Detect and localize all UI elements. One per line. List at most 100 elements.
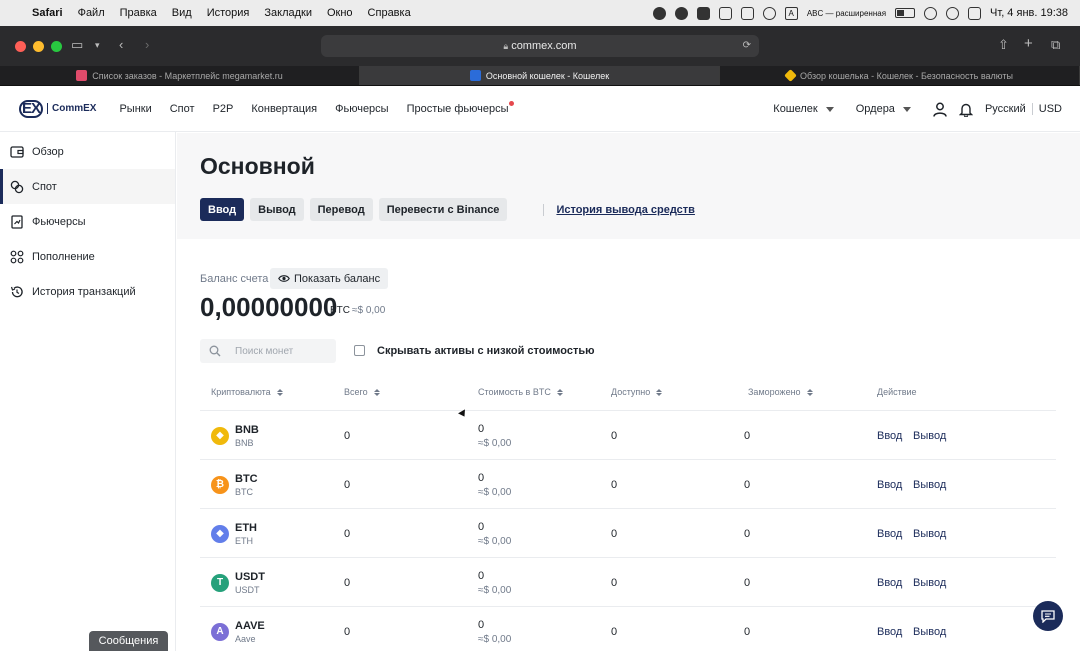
transfer-button[interactable]: Перевод	[309, 198, 373, 221]
cell-usd-value: ≈$ 0,00	[478, 438, 512, 449]
row-deposit-link[interactable]: Ввод	[877, 626, 902, 638]
row-deposit-link[interactable]: Ввод	[877, 577, 902, 589]
nav-futures[interactable]: Фьючерсы	[335, 103, 388, 115]
menu-app-safari[interactable]: Safari	[32, 7, 63, 19]
withdrawal-history-link[interactable]: История вывода средств	[556, 204, 695, 216]
site-header: EX CommEX Рынки Спот P2P Конвертация Фью…	[0, 86, 1080, 132]
share-icon[interactable]: ⇧	[998, 37, 1009, 53]
nav-p2p[interactable]: P2P	[213, 103, 234, 115]
column-header-frozen[interactable]: Заморожено	[748, 387, 813, 397]
screenshot-icon[interactable]	[740, 6, 754, 20]
sidebar-item-futures[interactable]: Фьючерсы	[0, 204, 175, 239]
nav-spot[interactable]: Спот	[170, 103, 195, 115]
minimize-window-button[interactable]	[33, 41, 44, 52]
translate-reload-icons[interactable]: ⟳	[743, 35, 751, 57]
sidebar-item-history[interactable]: История транзакций	[0, 274, 175, 309]
wallet-icon	[10, 145, 24, 158]
forward-icon[interactable]: ›	[145, 37, 149, 52]
menu-help[interactable]: Справка	[368, 7, 411, 19]
row-withdraw-link[interactable]: Вывод	[913, 430, 946, 442]
search-input[interactable]	[235, 345, 335, 357]
nav-simple-futures[interactable]: Простые фьючерсы	[407, 100, 514, 115]
tab-overview-icon[interactable]: ⧉	[1051, 37, 1060, 53]
sidebar-item-overview[interactable]: Обзор	[0, 134, 175, 169]
chart-icon[interactable]	[718, 6, 732, 20]
row-withdraw-link[interactable]: Вывод	[913, 479, 946, 491]
sidebar-toggle-icon[interactable]: ▭	[71, 37, 83, 53]
btc-coin-icon: ₿	[211, 476, 229, 494]
menu-window[interactable]: Окно	[327, 7, 353, 19]
deposit-button[interactable]: Ввод	[200, 198, 245, 221]
cell-frozen: 0	[744, 626, 751, 638]
caret-down-icon	[902, 106, 911, 112]
support-chat-button[interactable]	[1033, 601, 1063, 631]
show-balance-label: Показать баланс	[294, 272, 381, 285]
column-header-available[interactable]: Доступно	[611, 387, 663, 397]
column-header-crypto[interactable]: Криптовалюта	[211, 387, 283, 397]
wallet-dropdown[interactable]: Кошелек	[773, 103, 834, 115]
row-deposit-link[interactable]: Ввод	[877, 528, 902, 540]
back-icon[interactable]: ‹	[119, 37, 123, 52]
hide-low-value-label[interactable]: Скрывать активы с низкой стоимостью	[377, 345, 595, 357]
battery-icon[interactable]	[895, 8, 916, 18]
commex-logo[interactable]: EX CommEX	[19, 99, 96, 118]
menu-view[interactable]: Вид	[172, 7, 192, 19]
sidebar-item-label: Пополнение	[32, 250, 95, 263]
language-selector[interactable]: Русский	[985, 103, 1026, 115]
coins-icon	[10, 180, 24, 193]
address-bar[interactable]: 🔒︎ commex.com ⟳	[321, 35, 759, 57]
row-deposit-link[interactable]: Ввод	[877, 430, 902, 442]
spotlight-icon[interactable]	[946, 6, 960, 20]
row-withdraw-link[interactable]: Вывод	[913, 577, 946, 589]
menu-bookmarks[interactable]: Закладки	[264, 7, 312, 19]
table-row: A AAVE Aave 0 0 ≈$ 0,00 0 0 Ввод Вывод	[200, 607, 1056, 651]
orders-dropdown[interactable]: Ордера	[856, 103, 911, 115]
close-window-button[interactable]	[15, 41, 26, 52]
show-balance-button[interactable]: Показать баланс	[270, 268, 389, 289]
input-source-badge[interactable]: A	[784, 6, 798, 20]
nav-convert[interactable]: Конвертация	[251, 103, 317, 115]
menu-history[interactable]: История	[207, 7, 250, 19]
sidebar-item-label: Фьючерсы	[32, 215, 86, 228]
new-tab-icon[interactable]: +	[1024, 35, 1033, 52]
column-header-total[interactable]: Всего	[344, 387, 380, 397]
tab-binance-overview[interactable]: Обзор кошелька - Кошелек - Безопасность …	[720, 66, 1080, 85]
row-withdraw-link[interactable]: Вывод	[913, 626, 946, 638]
row-deposit-link[interactable]: Ввод	[877, 479, 902, 491]
cell-usd-value: ≈$ 0,00	[478, 536, 512, 547]
actions-divider	[543, 203, 545, 216]
cell-btc-value: 0	[478, 570, 485, 582]
telegram-icon[interactable]	[674, 6, 688, 20]
currency-selector[interactable]: USD	[1039, 103, 1062, 115]
sidebar-item-deposit[interactable]: Пополнение	[0, 239, 175, 274]
tab-commex-wallet[interactable]: Основной кошелек - Кошелек	[360, 66, 720, 85]
check-icon[interactable]	[696, 6, 710, 20]
url-text: commex.com	[511, 40, 577, 52]
clock[interactable]: Чт, 4 янв. 19:38	[990, 7, 1068, 19]
chevron-down-icon[interactable]: ▾	[95, 40, 100, 51]
cell-usd-value: ≈$ 0,00	[478, 585, 512, 596]
zoom-window-button[interactable]	[51, 41, 62, 52]
menu-edit[interactable]: Правка	[120, 7, 157, 19]
hide-low-value-checkbox[interactable]	[354, 345, 365, 356]
cell-frozen: 0	[744, 528, 751, 540]
tab-title: Обзор кошелька - Кошелек - Безопасность …	[800, 70, 1013, 81]
transfer-from-binance-button[interactable]: Перевести с Binance	[378, 198, 508, 221]
nav-markets[interactable]: Рынки	[119, 103, 151, 115]
sidebar-item-spot[interactable]: Спот	[0, 169, 175, 204]
wifi-icon[interactable]	[924, 6, 938, 20]
tab-megamarket[interactable]: Список заказов - Маркетплейс megamarket.…	[0, 66, 360, 85]
sort-icon	[656, 388, 663, 396]
column-header-btc-value[interactable]: Стоимость в BTC	[478, 387, 563, 397]
bell-icon[interactable]	[958, 102, 973, 117]
play-icon[interactable]	[762, 6, 776, 20]
record-icon[interactable]	[652, 6, 666, 20]
eth-coin-icon: ◆	[211, 525, 229, 543]
control-center-icon[interactable]	[968, 6, 982, 20]
user-icon[interactable]	[933, 102, 947, 117]
row-withdraw-link[interactable]: Вывод	[913, 528, 946, 540]
coin-name: BTC	[235, 487, 253, 497]
withdraw-button[interactable]: Вывод	[250, 198, 304, 221]
menu-file[interactable]: Файл	[78, 7, 105, 19]
messages-widget[interactable]: Сообщения	[89, 631, 168, 651]
